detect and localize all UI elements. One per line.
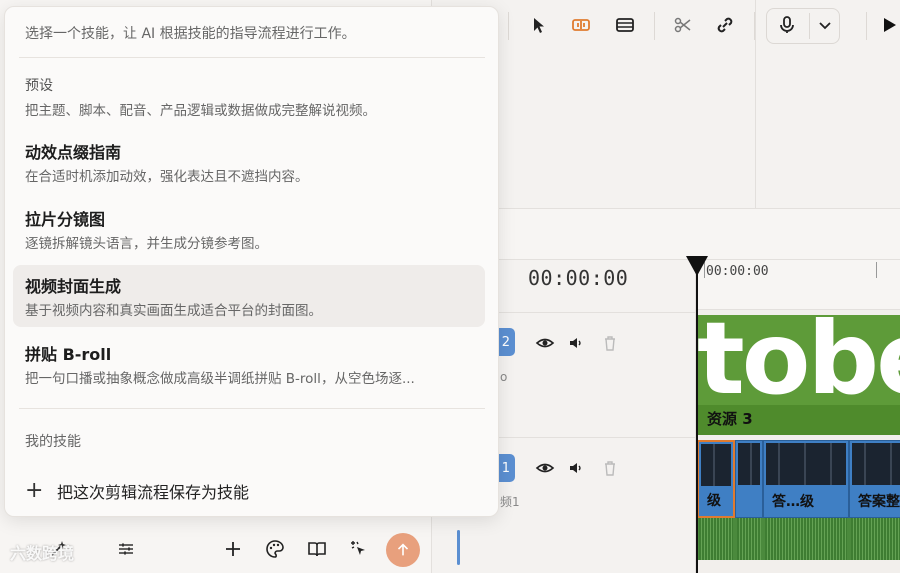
split-audio-icon[interactable] xyxy=(568,12,594,38)
trash-icon[interactable] xyxy=(600,458,620,478)
clip-thumbnails xyxy=(852,443,900,485)
skill-item-desc: 基于视频内容和真实画面生成适合平台的封面图。 xyxy=(25,303,322,319)
waveform xyxy=(765,518,847,560)
film-icon[interactable] xyxy=(612,12,638,38)
plus-icon: + xyxy=(25,478,44,503)
title-clip-preview-text: tobe xyxy=(697,315,900,417)
link-icon[interactable] xyxy=(712,12,738,38)
section-label-preset: 预设 xyxy=(25,78,53,94)
section-label-my-skills: 我的技能 xyxy=(25,434,81,450)
eye-icon[interactable] xyxy=(535,333,555,353)
watermark-text: 六数跨境 xyxy=(10,544,75,563)
clip-thumbnails xyxy=(766,443,846,485)
clip-label: 级 xyxy=(707,493,721,509)
scissors-icon[interactable] xyxy=(670,12,696,38)
waveform xyxy=(737,518,761,560)
skill-item-collage-broll[interactable]: 拼贴 B-roll 把一句口播或抽象概念做成高级半调纸拼贴 B-roll，从空色… xyxy=(13,333,485,395)
toolbar-divider xyxy=(754,12,755,40)
skill-item-title: 动效点缀指南 xyxy=(25,143,122,162)
toolbar-divider xyxy=(866,12,867,40)
popup-intro-text: 选择一个技能，让 AI 根据技能的指导流程进行工作。 xyxy=(25,26,356,42)
preview-divider xyxy=(755,0,756,208)
title-clip[interactable]: tobe 资源 3 xyxy=(697,315,900,435)
pointer-icon[interactable] xyxy=(526,12,552,38)
clip-thumbnails xyxy=(701,444,731,486)
popup-divider xyxy=(19,57,485,58)
skill-picker-popup: 选择一个技能，让 AI 根据技能的指导流程进行工作。 预设 把主题、脚本、配音、… xyxy=(4,6,499,517)
plus-icon[interactable] xyxy=(221,537,245,561)
ruler-label: 00:00:00 xyxy=(706,264,769,279)
play-icon[interactable] xyxy=(876,12,900,38)
waveform xyxy=(851,518,900,560)
skill-item-desc: 在合适时机添加动效，强化表达且不遮挡内容。 xyxy=(25,169,309,185)
clip-label: 资源 3 xyxy=(707,410,753,428)
sliders-icon[interactable] xyxy=(114,537,138,561)
video-clip[interactable] xyxy=(735,440,763,518)
video-clip[interactable]: 级 xyxy=(697,440,735,518)
track-accent xyxy=(457,530,460,565)
clip-label: 答…级 xyxy=(772,494,814,510)
skill-item-cover-generator[interactable]: 视频封面生成 基于视频内容和真实画面生成适合平台的封面图。 xyxy=(13,265,485,327)
skill-item-title: 视频封面生成 xyxy=(25,277,122,296)
sparkle-cursor-icon[interactable] xyxy=(347,537,371,561)
clip-thumbnails xyxy=(738,443,760,485)
speaker-icon[interactable] xyxy=(566,458,586,478)
toolbar-divider xyxy=(654,12,655,40)
clip-label: 答案整 xyxy=(858,494,900,510)
video-clip[interactable]: 答…级 xyxy=(763,440,849,518)
skill-item-motion-guide[interactable]: 动效点缀指南 在合适时机添加动效，强化表达且不遮挡内容。 xyxy=(13,131,485,193)
arrow-up-icon xyxy=(397,543,409,556)
ruler-tick xyxy=(876,262,877,278)
timecode-display: 00:00:00 xyxy=(528,266,629,290)
save-as-skill-button[interactable]: + 把这次剪辑流程保存为技能 xyxy=(25,479,249,503)
send-button[interactable] xyxy=(386,533,420,567)
track-name: 频1 xyxy=(500,495,520,509)
skill-item-preset[interactable]: 预设 把主题、脚本、配音、产品逻辑或数据做成完整解说视频。 xyxy=(13,65,485,127)
trash-icon[interactable] xyxy=(600,333,620,353)
save-skill-label: 把这次剪辑流程保存为技能 xyxy=(57,483,250,502)
waveform xyxy=(699,518,733,560)
chevron-down-icon[interactable] xyxy=(812,12,838,38)
popup-divider xyxy=(19,408,485,409)
video-track: 级 答…级 答案整 xyxy=(697,440,900,518)
book-icon[interactable] xyxy=(305,537,329,561)
skill-item-title: 拉片分镜图 xyxy=(25,210,106,229)
playhead-handle[interactable] xyxy=(686,256,708,276)
skill-item-title: 拼贴 B-roll xyxy=(25,345,112,364)
timeline-toolbar xyxy=(432,208,900,260)
video-clip[interactable]: 答案整 xyxy=(849,440,900,518)
speaker-icon[interactable] xyxy=(566,333,586,353)
track-name: o xyxy=(500,370,508,384)
skill-item-desc: 把主题、脚本、配音、产品逻辑或数据做成完整解说视频。 xyxy=(25,103,376,119)
palette-icon[interactable] xyxy=(263,537,287,561)
skill-item-storyboard[interactable]: 拉片分镜图 逐镜拆解镜头语言，并生成分镜参考图。 xyxy=(13,198,485,260)
skill-item-desc: 逐镜拆解镜头语言，并生成分镜参考图。 xyxy=(25,236,268,252)
skill-item-desc: 把一句口播或抽象概念做成高级半调纸拼贴 B-roll，从空色场逐... xyxy=(25,371,415,387)
toolbar-divider xyxy=(508,12,509,40)
audio-waveform-track[interactable] xyxy=(697,518,900,560)
eye-icon[interactable] xyxy=(535,458,555,478)
mic-group-divider xyxy=(809,13,810,39)
mic-icon[interactable] xyxy=(774,12,800,38)
playhead[interactable] xyxy=(696,256,698,573)
